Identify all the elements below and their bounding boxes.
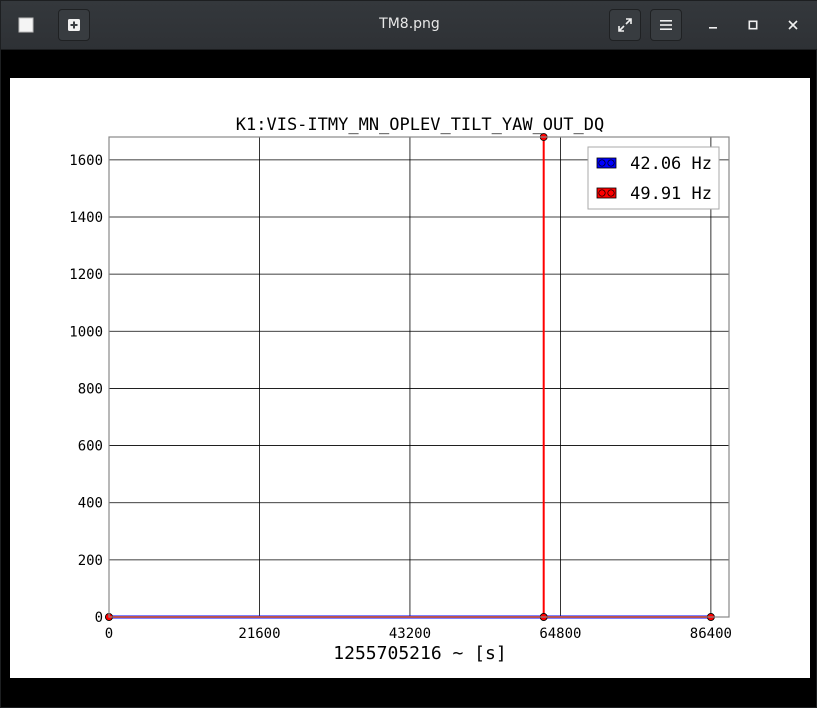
image-canvas: 0 21600 43200 64800 86400 0 200 400 600 800 1000 12… bbox=[10, 78, 810, 678]
menu-button[interactable] bbox=[650, 9, 682, 41]
fullscreen-button[interactable] bbox=[609, 9, 641, 41]
hamburger-menu-icon bbox=[660, 20, 672, 30]
legend-marker bbox=[598, 189, 606, 197]
image-viewer-window: TM8.png 0 21600 43200 64800 86400 0 200 … bbox=[0, 0, 817, 708]
legend: 42.06 Hz 49.91 Hz bbox=[587, 146, 720, 210]
y-tick-label: 400 bbox=[78, 496, 103, 512]
y-tick-label: 200 bbox=[78, 553, 103, 569]
y-tick-label: 600 bbox=[78, 439, 103, 455]
y-tick-label: 1400 bbox=[69, 210, 103, 226]
expand-icon bbox=[618, 18, 632, 32]
y-tick-label: 1200 bbox=[69, 267, 103, 283]
x-tick-label: 21600 bbox=[238, 626, 280, 642]
y-tick-label: 800 bbox=[78, 381, 103, 397]
maximize-button[interactable] bbox=[737, 9, 769, 41]
legend-label: 42.06 Hz bbox=[630, 154, 712, 174]
x-tick-label: 0 bbox=[105, 626, 113, 642]
chart-title: K1:VIS-ITMY_MN_OPLEV_TILT_YAW_OUT_DQ bbox=[236, 115, 604, 135]
close-icon bbox=[788, 20, 798, 30]
minimize-button[interactable] bbox=[697, 9, 729, 41]
x-axis-label: 1255705216 ~ [s] bbox=[333, 643, 506, 664]
axis-ticks: 0 21600 43200 64800 86400 0 200 400 600 800 1000 12… bbox=[69, 153, 732, 642]
y-tick-label: 0 bbox=[95, 610, 103, 626]
y-tick-label: 1600 bbox=[69, 153, 103, 169]
legend-marker bbox=[607, 159, 615, 167]
x-tick-label: 64800 bbox=[539, 626, 581, 642]
x-tick-label: 43200 bbox=[389, 626, 431, 642]
title-bar: TM8.png bbox=[1, 1, 817, 50]
window-title: TM8.png bbox=[379, 16, 440, 32]
legend-marker bbox=[607, 189, 615, 197]
y-tick-label: 1000 bbox=[69, 324, 103, 340]
minimize-icon bbox=[709, 27, 717, 29]
maximize-icon bbox=[748, 20, 758, 30]
x-tick-label: 86400 bbox=[690, 626, 732, 642]
chart: 0 21600 43200 64800 86400 0 200 400 600 800 1000 12… bbox=[69, 115, 732, 664]
legend-marker bbox=[598, 159, 606, 167]
close-button[interactable] bbox=[777, 9, 809, 41]
legend-label: 49.91 Hz bbox=[630, 184, 712, 204]
